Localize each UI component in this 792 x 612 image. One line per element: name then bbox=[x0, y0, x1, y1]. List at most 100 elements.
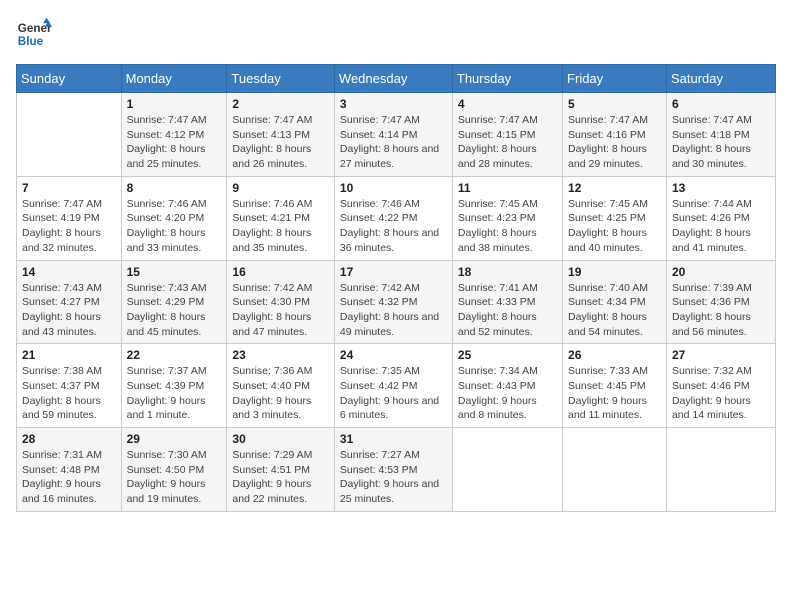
col-header-saturday: Saturday bbox=[666, 65, 775, 93]
day-detail: Sunrise: 7:47 AMSunset: 4:13 PMDaylight:… bbox=[232, 113, 329, 172]
day-detail: Sunrise: 7:34 AMSunset: 4:43 PMDaylight:… bbox=[458, 364, 557, 423]
calendar-cell bbox=[17, 93, 122, 177]
day-number: 1 bbox=[127, 97, 222, 111]
calendar-cell: 25 Sunrise: 7:34 AMSunset: 4:43 PMDayligh… bbox=[452, 344, 562, 428]
calendar-cell: 27 Sunrise: 7:32 AMSunset: 4:46 PMDayligh… bbox=[666, 344, 775, 428]
calendar-cell: 2 Sunrise: 7:47 AMSunset: 4:13 PMDaylight… bbox=[227, 93, 335, 177]
day-number: 15 bbox=[127, 265, 222, 279]
day-number: 7 bbox=[22, 181, 116, 195]
day-detail: Sunrise: 7:47 AMSunset: 4:12 PMDaylight:… bbox=[127, 113, 222, 172]
day-number: 13 bbox=[672, 181, 770, 195]
day-detail: Sunrise: 7:47 AMSunset: 4:19 PMDaylight:… bbox=[22, 197, 116, 256]
calendar-cell: 24 Sunrise: 7:35 AMSunset: 4:42 PMDayligh… bbox=[334, 344, 452, 428]
day-detail: Sunrise: 7:45 AMSunset: 4:23 PMDaylight:… bbox=[458, 197, 557, 256]
day-number: 14 bbox=[22, 265, 116, 279]
header: General Blue bbox=[16, 16, 776, 52]
day-number: 9 bbox=[232, 181, 329, 195]
day-number: 6 bbox=[672, 97, 770, 111]
calendar-cell: 18 Sunrise: 7:41 AMSunset: 4:33 PMDayligh… bbox=[452, 260, 562, 344]
calendar-cell bbox=[666, 428, 775, 512]
calendar-cell: 28 Sunrise: 7:31 AMSunset: 4:48 PMDayligh… bbox=[17, 428, 122, 512]
calendar-cell: 21Sunrise: 7:38 AMSunset: 4:37 PMDayligh… bbox=[17, 344, 122, 428]
day-number: 25 bbox=[458, 348, 557, 362]
calendar-cell: 26Sunrise: 7:33 AMSunset: 4:45 PMDayligh… bbox=[563, 344, 667, 428]
day-detail: Sunrise: 7:47 AMSunset: 4:18 PMDaylight:… bbox=[672, 113, 770, 172]
day-detail: Sunrise: 7:47 AMSunset: 4:15 PMDaylight:… bbox=[458, 113, 557, 172]
day-detail: Sunrise: 7:47 AMSunset: 4:14 PMDaylight:… bbox=[340, 113, 447, 172]
col-header-wednesday: Wednesday bbox=[334, 65, 452, 93]
day-detail: Sunrise: 7:40 AMSunset: 4:34 PMDaylight:… bbox=[568, 281, 661, 340]
calendar-cell: 1 Sunrise: 7:47 AMSunset: 4:12 PMDaylight… bbox=[121, 93, 227, 177]
day-detail: Sunrise: 7:31 AMSunset: 4:48 PMDaylight:… bbox=[22, 448, 116, 507]
day-detail: Sunrise: 7:30 AMSunset: 4:50 PMDaylight:… bbox=[127, 448, 222, 507]
day-number: 4 bbox=[458, 97, 557, 111]
day-detail: Sunrise: 7:41 AMSunset: 4:33 PMDaylight:… bbox=[458, 281, 557, 340]
day-detail: Sunrise: 7:47 AMSunset: 4:16 PMDaylight:… bbox=[568, 113, 661, 172]
calendar-cell: 14 Sunrise: 7:43 AMSunset: 4:27 PMDayligh… bbox=[17, 260, 122, 344]
day-number: 11 bbox=[458, 181, 557, 195]
week-row-2: 7 Sunrise: 7:47 AMSunset: 4:19 PMDaylight… bbox=[17, 176, 776, 260]
day-detail: Sunrise: 7:42 AMSunset: 4:30 PMDaylight:… bbox=[232, 281, 329, 340]
calendar-cell: 10Sunrise: 7:46 AMSunset: 4:22 PMDayligh… bbox=[334, 176, 452, 260]
calendar-cell bbox=[452, 428, 562, 512]
day-number: 12 bbox=[568, 181, 661, 195]
day-detail: Sunrise: 7:38 AMSunset: 4:37 PMDaylight:… bbox=[22, 364, 116, 423]
col-header-monday: Monday bbox=[121, 65, 227, 93]
day-number: 19 bbox=[568, 265, 661, 279]
day-number: 17 bbox=[340, 265, 447, 279]
day-number: 29 bbox=[127, 432, 222, 446]
day-number: 8 bbox=[127, 181, 222, 195]
calendar-cell: 31 Sunrise: 7:27 AMSunset: 4:53 PMDayligh… bbox=[334, 428, 452, 512]
calendar-cell: 23Sunrise: 7:36 AMSunset: 4:40 PMDayligh… bbox=[227, 344, 335, 428]
calendar-cell: 16Sunrise: 7:42 AMSunset: 4:30 PMDayligh… bbox=[227, 260, 335, 344]
day-number: 22 bbox=[127, 348, 222, 362]
day-number: 24 bbox=[340, 348, 447, 362]
logo-icon: General Blue bbox=[16, 16, 52, 52]
day-number: 28 bbox=[22, 432, 116, 446]
day-detail: Sunrise: 7:44 AMSunset: 4:26 PMDaylight:… bbox=[672, 197, 770, 256]
calendar-cell: 17 Sunrise: 7:42 AMSunset: 4:32 PMDayligh… bbox=[334, 260, 452, 344]
col-header-friday: Friday bbox=[563, 65, 667, 93]
calendar-cell: 19 Sunrise: 7:40 AMSunset: 4:34 PMDayligh… bbox=[563, 260, 667, 344]
day-detail: Sunrise: 7:27 AMSunset: 4:53 PMDaylight:… bbox=[340, 448, 447, 507]
day-number: 18 bbox=[458, 265, 557, 279]
day-number: 31 bbox=[340, 432, 447, 446]
calendar-cell: 20Sunrise: 7:39 AMSunset: 4:36 PMDayligh… bbox=[666, 260, 775, 344]
calendar-cell: 7 Sunrise: 7:47 AMSunset: 4:19 PMDaylight… bbox=[17, 176, 122, 260]
day-detail: Sunrise: 7:37 AMSunset: 4:39 PMDaylight:… bbox=[127, 364, 222, 423]
day-detail: Sunrise: 7:35 AMSunset: 4:42 PMDaylight:… bbox=[340, 364, 447, 423]
week-row-1: 1 Sunrise: 7:47 AMSunset: 4:12 PMDaylight… bbox=[17, 93, 776, 177]
calendar-cell: 12 Sunrise: 7:45 AMSunset: 4:25 PMDayligh… bbox=[563, 176, 667, 260]
col-header-sunday: Sunday bbox=[17, 65, 122, 93]
day-detail: Sunrise: 7:46 AMSunset: 4:21 PMDaylight:… bbox=[232, 197, 329, 256]
calendar-cell: 22 Sunrise: 7:37 AMSunset: 4:39 PMDayligh… bbox=[121, 344, 227, 428]
calendar-cell: 5 Sunrise: 7:47 AMSunset: 4:16 PMDaylight… bbox=[563, 93, 667, 177]
calendar-cell: 13 Sunrise: 7:44 AMSunset: 4:26 PMDayligh… bbox=[666, 176, 775, 260]
day-detail: Sunrise: 7:29 AMSunset: 4:51 PMDaylight:… bbox=[232, 448, 329, 507]
day-detail: Sunrise: 7:46 AMSunset: 4:22 PMDaylight:… bbox=[340, 197, 447, 256]
day-detail: Sunrise: 7:43 AMSunset: 4:27 PMDaylight:… bbox=[22, 281, 116, 340]
calendar-table: SundayMondayTuesdayWednesdayThursdayFrid… bbox=[16, 64, 776, 512]
calendar-cell: 11 Sunrise: 7:45 AMSunset: 4:23 PMDayligh… bbox=[452, 176, 562, 260]
week-row-4: 21Sunrise: 7:38 AMSunset: 4:37 PMDayligh… bbox=[17, 344, 776, 428]
calendar-cell: 8Sunrise: 7:46 AMSunset: 4:20 PMDaylight… bbox=[121, 176, 227, 260]
calendar-cell: 4 Sunrise: 7:47 AMSunset: 4:15 PMDaylight… bbox=[452, 93, 562, 177]
day-number: 5 bbox=[568, 97, 661, 111]
calendar-cell: 30 Sunrise: 7:29 AMSunset: 4:51 PMDayligh… bbox=[227, 428, 335, 512]
calendar-cell: 6 Sunrise: 7:47 AMSunset: 4:18 PMDaylight… bbox=[666, 93, 775, 177]
header-row: SundayMondayTuesdayWednesdayThursdayFrid… bbox=[17, 65, 776, 93]
day-detail: Sunrise: 7:33 AMSunset: 4:45 PMDaylight:… bbox=[568, 364, 661, 423]
day-number: 30 bbox=[232, 432, 329, 446]
day-number: 20 bbox=[672, 265, 770, 279]
logo: General Blue bbox=[16, 16, 52, 52]
calendar-cell: 29 Sunrise: 7:30 AMSunset: 4:50 PMDayligh… bbox=[121, 428, 227, 512]
day-number: 27 bbox=[672, 348, 770, 362]
week-row-3: 14 Sunrise: 7:43 AMSunset: 4:27 PMDayligh… bbox=[17, 260, 776, 344]
day-detail: Sunrise: 7:45 AMSunset: 4:25 PMDaylight:… bbox=[568, 197, 661, 256]
day-number: 3 bbox=[340, 97, 447, 111]
col-header-thursday: Thursday bbox=[452, 65, 562, 93]
svg-text:Blue: Blue bbox=[18, 35, 44, 48]
day-detail: Sunrise: 7:32 AMSunset: 4:46 PMDaylight:… bbox=[672, 364, 770, 423]
day-detail: Sunrise: 7:42 AMSunset: 4:32 PMDaylight:… bbox=[340, 281, 447, 340]
day-number: 2 bbox=[232, 97, 329, 111]
